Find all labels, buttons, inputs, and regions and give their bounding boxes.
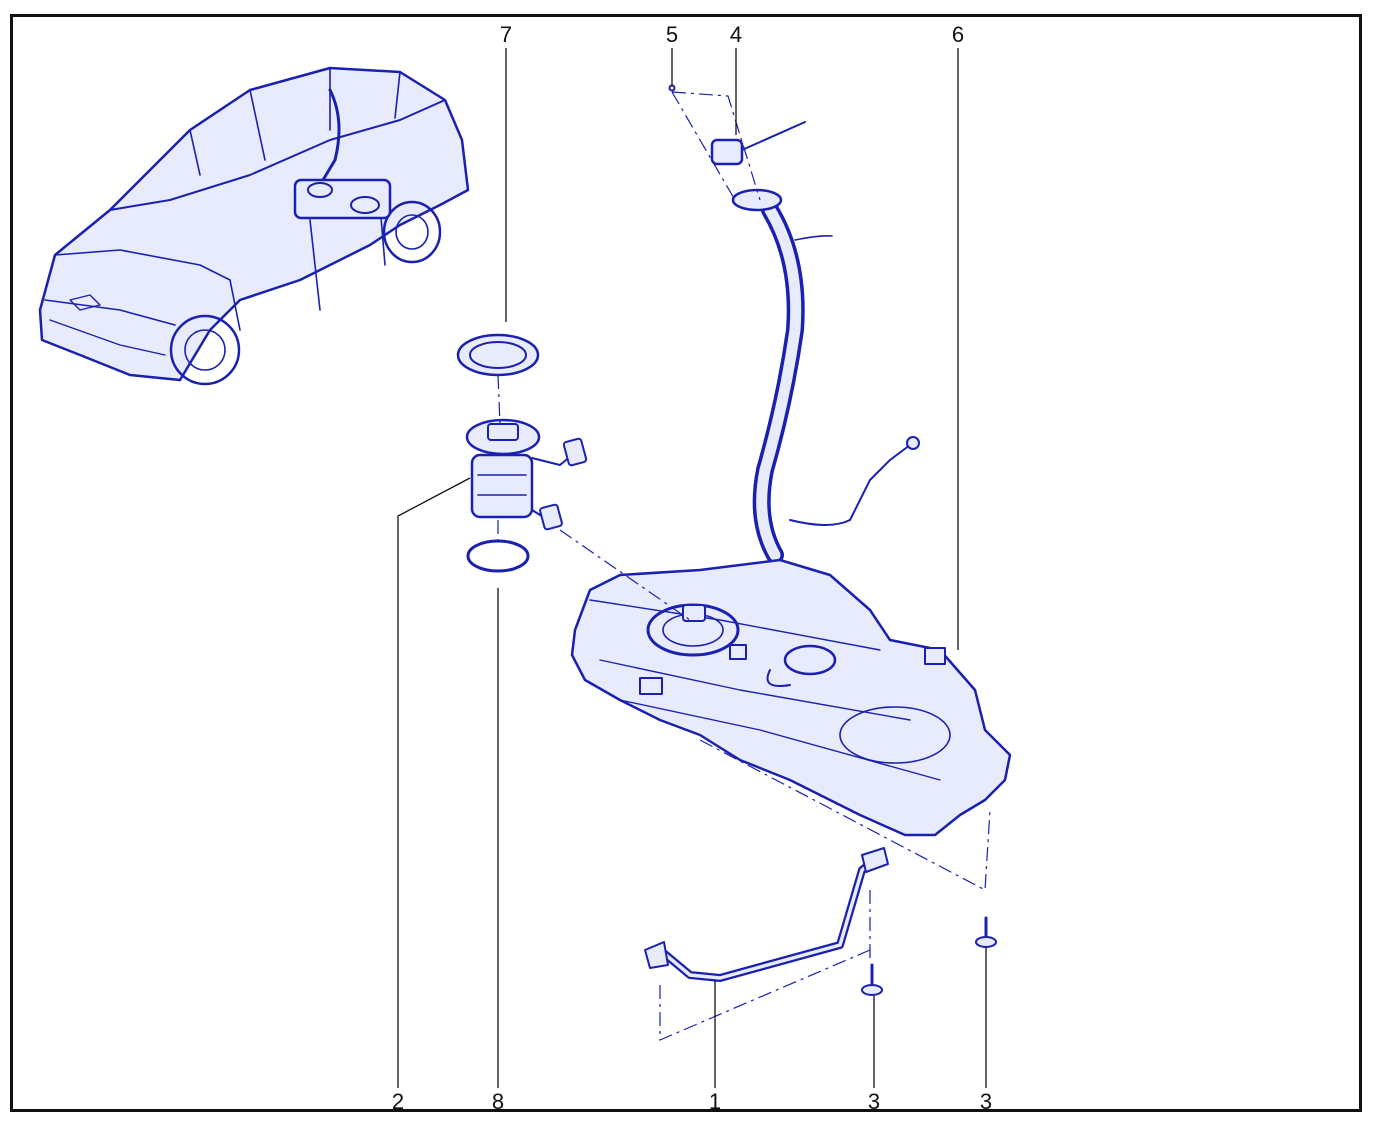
leader-lines xyxy=(397,48,987,1088)
callout-5: 5 xyxy=(665,22,679,47)
bolt-right-drawing xyxy=(975,916,997,948)
exploded-view-illustration xyxy=(38,48,1012,1088)
callout-1: 1 xyxy=(708,1089,722,1114)
callout-3-left: 3 xyxy=(867,1089,881,1114)
callout-4: 4 xyxy=(729,22,743,47)
callout-7: 7 xyxy=(499,22,513,47)
fuel-tank-drawing xyxy=(570,558,1012,837)
callout-8: 8 xyxy=(491,1089,505,1114)
filler-pipe-drawing xyxy=(668,84,920,564)
bolt-left-drawing xyxy=(861,963,883,996)
vehicle-overview-drawing xyxy=(38,66,470,386)
callout-6: 6 xyxy=(951,22,965,47)
callout-3-right: 3 xyxy=(979,1089,993,1114)
callout-2: 2 xyxy=(391,1089,405,1114)
